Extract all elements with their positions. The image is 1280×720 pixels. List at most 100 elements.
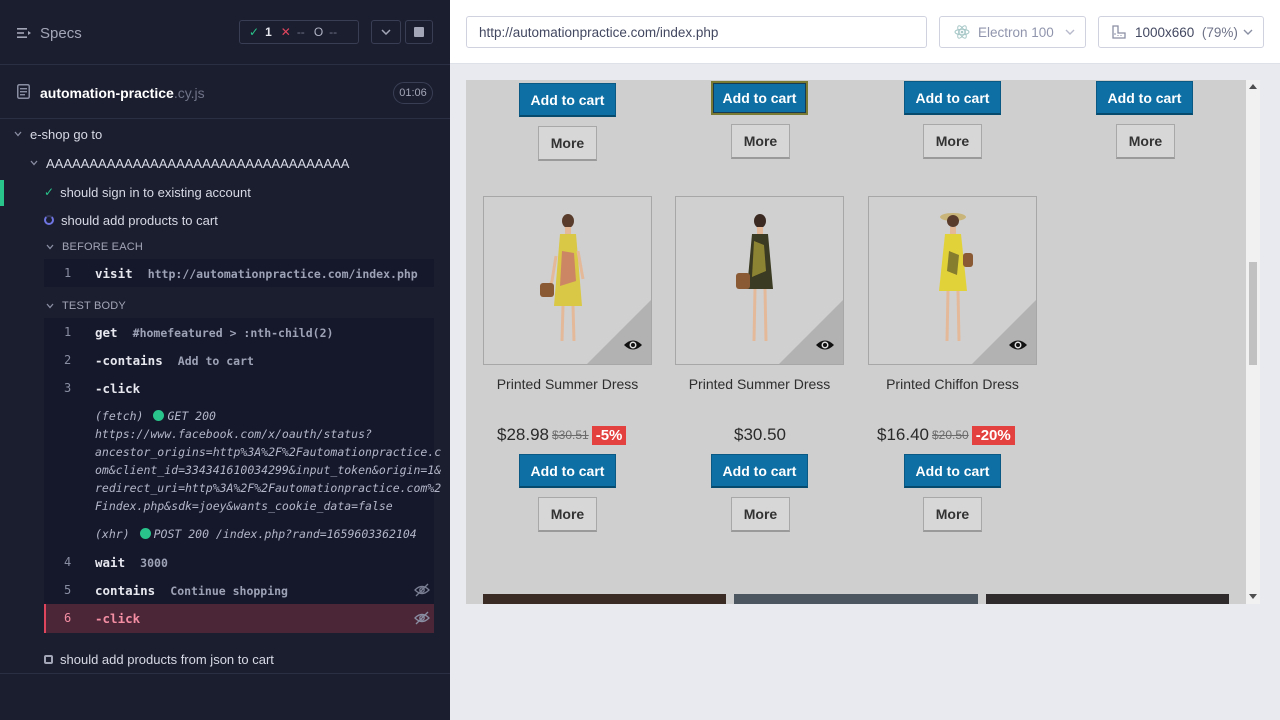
product-name[interactable]: Printed Summer Dress: [675, 376, 844, 392]
check-icon: ✓: [44, 185, 55, 199]
chevron-down-icon: [30, 160, 38, 166]
more-button[interactable]: More: [731, 124, 790, 159]
add-to-cart-button[interactable]: Add to cart: [1096, 81, 1193, 115]
more-button[interactable]: More: [731, 497, 790, 532]
chevron-down-icon: [46, 303, 54, 309]
passed-indicator: [0, 180, 4, 206]
document-icon: [17, 84, 30, 99]
chevron-down-icon: [1243, 29, 1253, 35]
divider: [0, 673, 450, 674]
add-to-cart-button[interactable]: Add to cart: [711, 454, 808, 488]
chevron-down-icon: [381, 29, 391, 35]
command-click[interactable]: 3 -click: [44, 374, 434, 402]
ruler-icon: [1112, 25, 1126, 39]
old-price: $30.51: [552, 428, 589, 442]
describe-block[interactable]: AAAAAAAAAAAAAAAAAAAAAAAAAAAAAAAAAAA: [30, 152, 349, 174]
test-body-commands: 1 get #homefeatured > :nth-child(2) 2 -c…: [44, 318, 441, 604]
command-click-failed[interactable]: 6 -click: [44, 604, 434, 633]
more-button[interactable]: More: [538, 497, 597, 532]
browser-selector[interactable]: Electron 100: [939, 16, 1086, 48]
more-button[interactable]: More: [923, 497, 982, 532]
test-sign-in[interactable]: ✓ should sign in to existing account: [44, 181, 251, 203]
specs-header: Specs ✓ 1 ✕ -- O --: [0, 0, 450, 64]
pending-stat: O --: [313, 25, 338, 39]
preview-scrollbar[interactable]: [1246, 80, 1260, 604]
price: $30.50: [734, 425, 786, 444]
price-row: $16.40 $20.50 -20%: [877, 424, 1015, 446]
command-visit[interactable]: 1 visit http://automationpractice.com/in…: [44, 259, 434, 287]
discount-badge: -20%: [971, 425, 1015, 445]
passed-stat: ✓ 1: [249, 25, 272, 39]
electron-icon: [954, 25, 970, 39]
running-spinner-icon: [44, 215, 54, 225]
price: $28.98: [497, 425, 549, 444]
scroll-down-icon[interactable]: [1249, 594, 1257, 599]
xhr-log[interactable]: (xhr) POST 200 /index.php?rand=1659603362…: [95, 525, 417, 543]
test-add-products[interactable]: should add products to cart: [44, 209, 218, 231]
command-wait[interactable]: 4 wait 3000: [44, 548, 434, 576]
specs-label: Specs: [40, 24, 82, 42]
before-each-header[interactable]: BEFORE EACH: [46, 236, 143, 258]
promo-banner-image[interactable]: [483, 594, 726, 604]
promo-banner-image[interactable]: [986, 594, 1229, 604]
more-button[interactable]: More: [538, 126, 597, 161]
price-row: $30.50: [734, 424, 786, 446]
status-dot-icon: [153, 410, 165, 421]
before-each-commands: 1 visit http://automationpractice.com/in…: [44, 259, 434, 287]
app-preview-frame: Add to cart More Add to cart More Add to…: [466, 80, 1260, 604]
pending-test-icon: [44, 654, 53, 664]
command-get[interactable]: 1 get #homefeatured > :nth-child(2): [44, 318, 434, 346]
spec-file-name: automation-practice.cy.js: [40, 85, 205, 101]
price: $16.40: [877, 425, 929, 444]
test-body-header[interactable]: TEST BODY: [46, 295, 126, 317]
viewport-selector[interactable]: 1000x660 (79%): [1098, 16, 1264, 48]
command-contains-continue[interactable]: 5 contains Continue shopping: [44, 576, 434, 604]
add-to-cart-button[interactable]: Add to cart: [519, 454, 616, 488]
x-icon: ✕: [280, 25, 291, 39]
status-dot-icon: [139, 528, 151, 539]
product-name[interactable]: Printed Chiffon Dress: [868, 376, 1037, 392]
chevron-down-icon: [14, 131, 22, 137]
quick-view-eye-icon[interactable]: [815, 338, 835, 352]
product-grid: Add to cart More Add to cart More Add to…: [466, 80, 1246, 604]
command-log-panel: Specs ✓ 1 ✕ -- O -- automation-practice.…: [0, 0, 450, 720]
spec-file-header: automation-practice.cy.js 01:06: [0, 64, 450, 119]
pending-icon: O: [313, 25, 324, 39]
eye-slash-icon: [414, 611, 430, 625]
stop-icon: [414, 27, 424, 37]
product-image[interactable]: [868, 196, 1037, 365]
spec-duration: 01:06: [393, 82, 433, 104]
scroll-up-icon[interactable]: [1249, 84, 1257, 89]
product-image[interactable]: [675, 196, 844, 365]
chevron-down-icon: [46, 244, 54, 250]
preview-toolbar: http://automationpractice.com/index.php …: [450, 0, 1280, 64]
price-row: $28.98 $30.51 -5%: [497, 424, 627, 446]
add-to-cart-button[interactable]: Add to cart: [711, 81, 808, 115]
more-button[interactable]: More: [923, 124, 982, 159]
options-button[interactable]: [371, 20, 401, 44]
specs-toggle[interactable]: Specs: [17, 22, 82, 44]
add-to-cart-button[interactable]: Add to cart: [904, 81, 1001, 115]
quick-view-eye-icon[interactable]: [1008, 338, 1028, 352]
chevron-down-icon: [1065, 29, 1075, 35]
url-bar[interactable]: http://automationpractice.com/index.php: [466, 16, 927, 48]
stop-button[interactable]: [405, 20, 433, 44]
check-icon: ✓: [249, 25, 260, 39]
promo-banner-image[interactable]: [734, 594, 978, 604]
product-name[interactable]: Printed Summer Dress: [483, 376, 652, 392]
suite-e-shop[interactable]: e-shop go to: [14, 123, 102, 145]
product-image[interactable]: [483, 196, 652, 365]
test-add-from-json[interactable]: should add products from json to cart: [44, 648, 274, 670]
eye-slash-icon: [414, 583, 430, 597]
scrollbar-thumb[interactable]: [1249, 262, 1257, 365]
add-to-cart-button[interactable]: Add to cart: [519, 83, 616, 117]
add-to-cart-button[interactable]: Add to cart: [904, 454, 1001, 488]
old-price: $20.50: [932, 428, 969, 442]
discount-badge: -5%: [591, 425, 627, 445]
command-contains[interactable]: 2 -contains Add to cart: [44, 346, 434, 374]
quick-view-eye-icon[interactable]: [623, 338, 643, 352]
test-stats: ✓ 1 ✕ -- O --: [239, 20, 359, 44]
failed-stat: ✕ --: [280, 25, 305, 39]
more-button[interactable]: More: [1116, 124, 1175, 159]
fetch-log[interactable]: (fetch) GET 200 https://www.facebook.com/…: [95, 407, 441, 515]
